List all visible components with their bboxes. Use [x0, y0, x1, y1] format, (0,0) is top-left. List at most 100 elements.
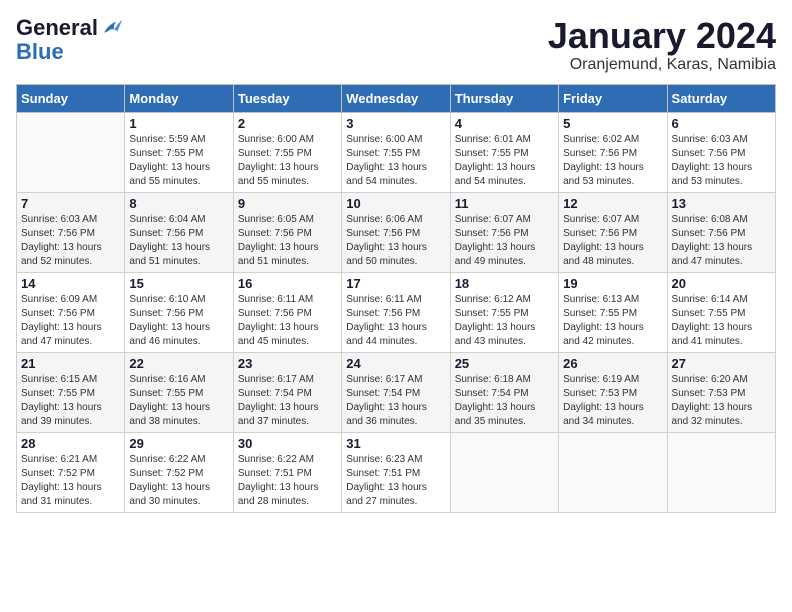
day-cell: 9Sunrise: 6:05 AM Sunset: 7:56 PM Daylig… [233, 192, 341, 272]
day-cell: 29Sunrise: 6:22 AM Sunset: 7:52 PM Dayli… [125, 432, 233, 512]
day-cell [667, 432, 775, 512]
day-cell: 6 Sunrise: 6:03 AM Sunset: 7:56 PM Daylig… [667, 112, 775, 192]
day-cell: 22Sunrise: 6:16 AM Sunset: 7:55 PM Dayli… [125, 352, 233, 432]
day-number: 4 [455, 116, 554, 131]
column-header-monday: Monday [125, 84, 233, 112]
day-number: 1 [129, 116, 228, 131]
day-info: Sunrise: 6:17 AM Sunset: 7:54 PM Dayligh… [238, 373, 337, 429]
day-number: 10 [346, 196, 445, 211]
day-number: 11 [455, 196, 554, 211]
day-number: 2 [238, 116, 337, 131]
month-title: January 2024 [548, 16, 776, 56]
day-number: 29 [129, 436, 228, 451]
day-info: Sunrise: 6:13 AM Sunset: 7:55 PM Dayligh… [563, 293, 662, 349]
day-info: Sunrise: 6:00 AM Sunset: 7:55 PM Dayligh… [346, 133, 445, 189]
day-number: 9 [238, 196, 337, 211]
day-number: 5 [563, 116, 662, 131]
day-info: Sunrise: 6:22 AM Sunset: 7:51 PM Dayligh… [238, 453, 337, 509]
day-info: Sunrise: 6:21 AM Sunset: 7:52 PM Dayligh… [21, 453, 120, 509]
day-cell: 15 Sunrise: 6:10 AM Sunset: 7:56 PM Dayli… [125, 272, 233, 352]
day-number: 18 [455, 276, 554, 291]
logo-text-blue: Blue [16, 39, 64, 64]
day-cell: 16 Sunrise: 6:11 AM Sunset: 7:56 PM Dayli… [233, 272, 341, 352]
day-number: 6 [672, 116, 771, 131]
day-number: 16 [238, 276, 337, 291]
day-cell: 2 Sunrise: 6:00 AM Sunset: 7:55 PM Daylig… [233, 112, 341, 192]
day-cell: 18Sunrise: 6:12 AM Sunset: 7:55 PM Dayli… [450, 272, 558, 352]
day-cell: 31Sunrise: 6:23 AM Sunset: 7:51 PM Dayli… [342, 432, 450, 512]
day-cell: 4 Sunrise: 6:01 AM Sunset: 7:55 PM Daylig… [450, 112, 558, 192]
day-cell: 27 Sunrise: 6:20 AM Sunset: 7:53 PM Dayli… [667, 352, 775, 432]
day-info: Sunrise: 6:01 AM Sunset: 7:55 PM Dayligh… [455, 133, 554, 189]
day-cell: 30 Sunrise: 6:22 AM Sunset: 7:51 PM Dayli… [233, 432, 341, 512]
day-number: 7 [21, 196, 120, 211]
day-cell: 14 Sunrise: 6:09 AM Sunset: 7:56 PM Dayli… [17, 272, 125, 352]
calendar-header: SundayMondayTuesdayWednesdayThursdayFrid… [17, 84, 776, 112]
day-info: Sunrise: 6:02 AM Sunset: 7:56 PM Dayligh… [563, 133, 662, 189]
week-row-5: 28 Sunrise: 6:21 AM Sunset: 7:52 PM Dayli… [17, 432, 776, 512]
logo-text-general: General [16, 16, 98, 40]
day-cell: 5 Sunrise: 6:02 AM Sunset: 7:56 PM Daylig… [559, 112, 667, 192]
day-number: 12 [563, 196, 662, 211]
day-info: Sunrise: 6:04 AM Sunset: 7:56 PM Dayligh… [129, 213, 228, 269]
column-header-saturday: Saturday [667, 84, 775, 112]
day-info: Sunrise: 6:08 AM Sunset: 7:56 PM Dayligh… [672, 213, 771, 269]
day-cell: 17Sunrise: 6:11 AM Sunset: 7:56 PM Dayli… [342, 272, 450, 352]
day-number: 30 [238, 436, 337, 451]
day-cell: 26 Sunrise: 6:19 AM Sunset: 7:53 PM Dayli… [559, 352, 667, 432]
day-number: 27 [672, 356, 771, 371]
header-row: SundayMondayTuesdayWednesdayThursdayFrid… [17, 84, 776, 112]
day-cell: 23 Sunrise: 6:17 AM Sunset: 7:54 PM Dayli… [233, 352, 341, 432]
day-number: 19 [563, 276, 662, 291]
day-number: 21 [21, 356, 120, 371]
location-subtitle: Oranjemund, Karas, Namibia [548, 56, 776, 74]
day-info: Sunrise: 6:07 AM Sunset: 7:56 PM Dayligh… [563, 213, 662, 269]
column-header-friday: Friday [559, 84, 667, 112]
day-cell [559, 432, 667, 512]
day-number: 28 [21, 436, 120, 451]
day-number: 26 [563, 356, 662, 371]
day-info: Sunrise: 6:17 AM Sunset: 7:54 PM Dayligh… [346, 373, 445, 429]
day-cell: 8 Sunrise: 6:04 AM Sunset: 7:56 PM Daylig… [125, 192, 233, 272]
day-cell: 19 Sunrise: 6:13 AM Sunset: 7:55 PM Dayli… [559, 272, 667, 352]
day-number: 14 [21, 276, 120, 291]
day-cell: 11 Sunrise: 6:07 AM Sunset: 7:56 PM Dayli… [450, 192, 558, 272]
day-info: Sunrise: 6:10 AM Sunset: 7:56 PM Dayligh… [129, 293, 228, 349]
week-row-2: 7 Sunrise: 6:03 AM Sunset: 7:56 PM Daylig… [17, 192, 776, 272]
day-info: Sunrise: 6:20 AM Sunset: 7:53 PM Dayligh… [672, 373, 771, 429]
day-info: Sunrise: 6:03 AM Sunset: 7:56 PM Dayligh… [672, 133, 771, 189]
day-cell: 12 Sunrise: 6:07 AM Sunset: 7:56 PM Dayli… [559, 192, 667, 272]
day-cell [17, 112, 125, 192]
calendar-table: SundayMondayTuesdayWednesdayThursdayFrid… [16, 84, 776, 513]
day-number: 8 [129, 196, 228, 211]
calendar-body: 1 Sunrise: 5:59 AM Sunset: 7:55 PM Daylig… [17, 112, 776, 512]
day-number: 15 [129, 276, 228, 291]
column-header-sunday: Sunday [17, 84, 125, 112]
day-info: Sunrise: 5:59 AM Sunset: 7:55 PM Dayligh… [129, 133, 228, 189]
logo: General Blue [16, 16, 124, 64]
day-number: 22 [129, 356, 228, 371]
day-info: Sunrise: 6:09 AM Sunset: 7:56 PM Dayligh… [21, 293, 120, 349]
day-info: Sunrise: 6:19 AM Sunset: 7:53 PM Dayligh… [563, 373, 662, 429]
column-header-tuesday: Tuesday [233, 84, 341, 112]
day-cell: 10 Sunrise: 6:06 AM Sunset: 7:56 PM Dayli… [342, 192, 450, 272]
day-info: Sunrise: 6:00 AM Sunset: 7:55 PM Dayligh… [238, 133, 337, 189]
day-info: Sunrise: 6:07 AM Sunset: 7:56 PM Dayligh… [455, 213, 554, 269]
day-number: 20 [672, 276, 771, 291]
column-header-wednesday: Wednesday [342, 84, 450, 112]
day-info: Sunrise: 6:06 AM Sunset: 7:56 PM Dayligh… [346, 213, 445, 269]
day-cell: 20 Sunrise: 6:14 AM Sunset: 7:55 PM Dayli… [667, 272, 775, 352]
day-info: Sunrise: 6:03 AM Sunset: 7:56 PM Dayligh… [21, 213, 120, 269]
page-header: General Blue January 2024 Oranjemund, Ka… [16, 16, 776, 74]
day-cell [450, 432, 558, 512]
week-row-4: 21Sunrise: 6:15 AM Sunset: 7:55 PM Dayli… [17, 352, 776, 432]
day-cell: 28 Sunrise: 6:21 AM Sunset: 7:52 PM Dayli… [17, 432, 125, 512]
day-info: Sunrise: 6:14 AM Sunset: 7:55 PM Dayligh… [672, 293, 771, 349]
day-info: Sunrise: 6:11 AM Sunset: 7:56 PM Dayligh… [238, 293, 337, 349]
day-number: 17 [346, 276, 445, 291]
title-block: January 2024 Oranjemund, Karas, Namibia [548, 16, 776, 74]
day-cell: 7 Sunrise: 6:03 AM Sunset: 7:56 PM Daylig… [17, 192, 125, 272]
week-row-1: 1 Sunrise: 5:59 AM Sunset: 7:55 PM Daylig… [17, 112, 776, 192]
day-number: 23 [238, 356, 337, 371]
day-number: 24 [346, 356, 445, 371]
